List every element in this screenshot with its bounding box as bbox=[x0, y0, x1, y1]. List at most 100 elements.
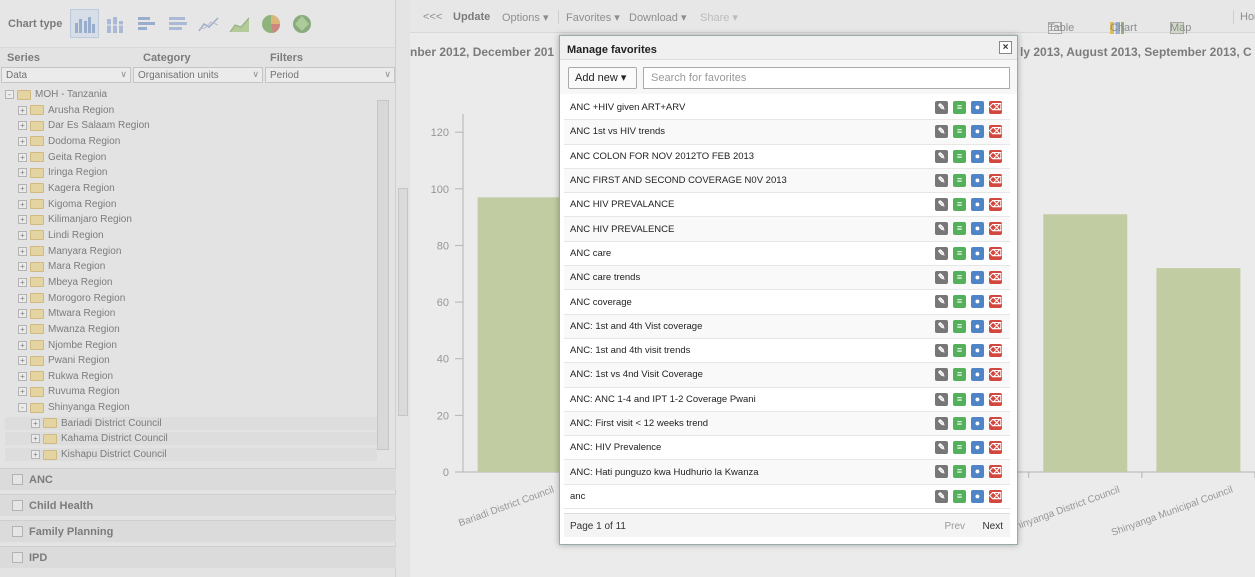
overwrite-icon[interactable]: ≡ bbox=[953, 295, 966, 309]
home-button[interactable]: Home bbox=[1240, 11, 1255, 23]
overwrite-icon[interactable]: ≡ bbox=[953, 222, 966, 236]
prev-page-button[interactable]: Prev bbox=[944, 521, 965, 532]
favorite-name[interactable]: ANC 1st vs HIV trends bbox=[570, 126, 665, 137]
favorite-name[interactable]: ANC: HIV Prevalence bbox=[570, 442, 661, 453]
stacked-bar-chart-icon[interactable] bbox=[163, 9, 192, 38]
overwrite-icon[interactable]: ≡ bbox=[953, 416, 966, 430]
favorite-name[interactable]: ANC HIV PREVALENCE bbox=[570, 224, 674, 235]
overwrite-icon[interactable]: ≡ bbox=[953, 271, 966, 285]
tree-scrollbar[interactable] bbox=[377, 88, 389, 462]
tree-node[interactable]: + Manyara Region bbox=[5, 245, 377, 258]
tree-node[interactable]: + Kagera Region bbox=[5, 182, 377, 195]
series-select[interactable]: Data ∨ bbox=[1, 67, 131, 83]
tree-node[interactable]: + Mara Region bbox=[5, 260, 377, 273]
delete-icon[interactable]: ⌫ bbox=[989, 198, 1002, 212]
delete-icon[interactable]: ⌫ bbox=[989, 173, 1002, 187]
favorite-row[interactable]: ANC: 1st vs 4nd Visit Coverage ✎ ≡ ● ⌫ bbox=[564, 363, 1010, 388]
expand-icon[interactable]: + bbox=[18, 199, 27, 209]
collapse-icon[interactable]: - bbox=[5, 90, 14, 99]
favorite-row[interactable]: ANC HIV PREVALANCE ✎ ≡ ● ⌫ bbox=[564, 193, 1010, 218]
favorite-name[interactable]: ANC: Hati punguzo kwa Hudhurio la Kwanza bbox=[570, 467, 759, 478]
overwrite-icon[interactable]: ≡ bbox=[953, 246, 966, 260]
accordion-ipd[interactable]: IPD bbox=[0, 546, 396, 568]
tree-node[interactable]: + Mbeya Region bbox=[5, 276, 377, 289]
favorite-name[interactable]: ANC: 1st and 4th visit trends bbox=[570, 345, 690, 356]
tree-node[interactable]: + Bariadi District Council bbox=[5, 416, 377, 430]
edit-icon[interactable]: ✎ bbox=[935, 271, 948, 285]
accordion-anc[interactable]: ANC bbox=[0, 468, 396, 490]
favorite-name[interactable]: ANC FIRST AND SECOND COVERAGE N0V 2013 bbox=[570, 175, 787, 186]
expand-icon[interactable]: + bbox=[18, 277, 27, 287]
radar-chart-icon[interactable] bbox=[287, 9, 316, 38]
delete-icon[interactable]: ⌫ bbox=[989, 489, 1002, 503]
share-icon[interactable]: ● bbox=[971, 465, 984, 479]
overwrite-icon[interactable]: ≡ bbox=[953, 441, 966, 455]
edit-icon[interactable]: ✎ bbox=[935, 465, 948, 479]
tree-node[interactable]: + Kilimanjaro Region bbox=[5, 213, 377, 226]
expand-icon[interactable]: + bbox=[18, 105, 27, 115]
share-icon[interactable]: ● bbox=[971, 173, 984, 187]
edit-icon[interactable]: ✎ bbox=[935, 173, 948, 187]
tree-node[interactable]: - MOH - Tanzania bbox=[5, 88, 377, 101]
stacked-column-chart-icon[interactable] bbox=[101, 9, 130, 38]
tree-node[interactable]: + Rukwa Region bbox=[5, 370, 377, 383]
favorite-name[interactable]: ANC care bbox=[570, 248, 611, 259]
add-new-button[interactable]: Add new ▾ bbox=[568, 67, 637, 89]
share-icon[interactable]: ● bbox=[971, 246, 984, 260]
share-icon[interactable]: ● bbox=[971, 319, 984, 333]
tree-node[interactable]: + Pwani Region bbox=[5, 354, 377, 367]
tree-node[interactable]: + Lindi Region bbox=[5, 229, 377, 242]
edit-icon[interactable]: ✎ bbox=[935, 149, 948, 163]
favorite-row[interactable]: ANC: First visit < 12 weeks trend ✎ ≡ ● ⌫ bbox=[564, 411, 1010, 437]
overwrite-icon[interactable]: ≡ bbox=[953, 198, 966, 212]
download-menu[interactable]: Download ▾ bbox=[629, 11, 687, 24]
options-menu[interactable]: Options ▾ bbox=[502, 11, 549, 24]
share-icon[interactable]: ● bbox=[971, 101, 984, 114]
favorite-row[interactable]: anc ✎ ≡ ● ⌫ bbox=[564, 485, 1010, 510]
category-select[interactable]: Organisation units ∨ bbox=[133, 67, 263, 83]
overwrite-icon[interactable]: ≡ bbox=[953, 173, 966, 187]
overwrite-icon[interactable]: ≡ bbox=[953, 465, 966, 479]
share-icon[interactable]: ● bbox=[971, 125, 984, 139]
tree-node[interactable]: + Mwanza Region bbox=[5, 323, 377, 336]
delete-icon[interactable]: ⌫ bbox=[989, 101, 1002, 114]
edit-icon[interactable]: ✎ bbox=[935, 295, 948, 309]
expand-icon[interactable]: + bbox=[18, 183, 27, 193]
favorite-row[interactable]: ANC: 1st and 4th Vist coverage ✎ ≡ ● ⌫ bbox=[564, 314, 1010, 339]
expand-icon[interactable]: + bbox=[18, 356, 27, 366]
delete-icon[interactable]: ⌫ bbox=[989, 319, 1002, 333]
column-chart-icon[interactable] bbox=[70, 9, 100, 38]
overwrite-icon[interactable]: ≡ bbox=[953, 392, 966, 406]
share-icon[interactable]: ● bbox=[971, 271, 984, 285]
edit-icon[interactable]: ✎ bbox=[935, 246, 948, 260]
accordion-family-planning[interactable]: Family Planning bbox=[0, 520, 396, 542]
share-menu[interactable]: Share ▾ bbox=[700, 11, 738, 24]
tree-node[interactable]: + Dodoma Region bbox=[5, 135, 377, 148]
favorite-row[interactable]: ANC FIRST AND SECOND COVERAGE N0V 2013 ✎ ≡… bbox=[564, 168, 1010, 194]
favorite-row[interactable]: ANC care ✎ ≡ ● ⌫ bbox=[564, 242, 1010, 267]
share-icon[interactable]: ● bbox=[971, 149, 984, 163]
delete-icon[interactable]: ⌫ bbox=[989, 222, 1002, 236]
favorite-row[interactable]: ANC +HIV given ART+ARV ✎ ≡ ● ⌫ bbox=[564, 96, 1010, 121]
accordion-child-health[interactable]: Child Health bbox=[0, 494, 396, 516]
delete-icon[interactable]: ⌫ bbox=[989, 295, 1002, 309]
tree-node[interactable]: + Kishapu District Council bbox=[5, 448, 377, 462]
edit-icon[interactable]: ✎ bbox=[935, 392, 948, 406]
line-chart-icon[interactable] bbox=[194, 9, 223, 38]
share-icon[interactable]: ● bbox=[971, 392, 984, 406]
edit-icon[interactable]: ✎ bbox=[935, 368, 948, 382]
share-icon[interactable]: ● bbox=[971, 489, 984, 503]
expand-icon[interactable]: + bbox=[18, 121, 27, 131]
favorites-menu[interactable]: Favorites ▾ bbox=[566, 11, 620, 24]
favorite-name[interactable]: ANC: First visit < 12 weeks trend bbox=[570, 418, 708, 429]
favorite-name[interactable]: ANC +HIV given ART+ARV bbox=[570, 102, 685, 113]
area-chart-icon[interactable] bbox=[225, 9, 254, 38]
favorite-row[interactable]: ANC HIV PREVALENCE ✎ ≡ ● ⌫ bbox=[564, 217, 1010, 242]
tree-node[interactable]: + Arusha Region bbox=[5, 104, 377, 117]
favorite-name[interactable]: ANC: ANC 1-4 and IPT 1-2 Coverage Pwani bbox=[570, 394, 756, 405]
tree-node[interactable]: + Kigoma Region bbox=[5, 198, 377, 211]
favorite-name[interactable]: ANC: 1st vs 4nd Visit Coverage bbox=[570, 369, 703, 380]
favorite-name[interactable]: ANC HIV PREVALANCE bbox=[570, 199, 674, 210]
tree-node[interactable]: + Mtwara Region bbox=[5, 307, 377, 320]
edit-icon[interactable]: ✎ bbox=[935, 319, 948, 333]
